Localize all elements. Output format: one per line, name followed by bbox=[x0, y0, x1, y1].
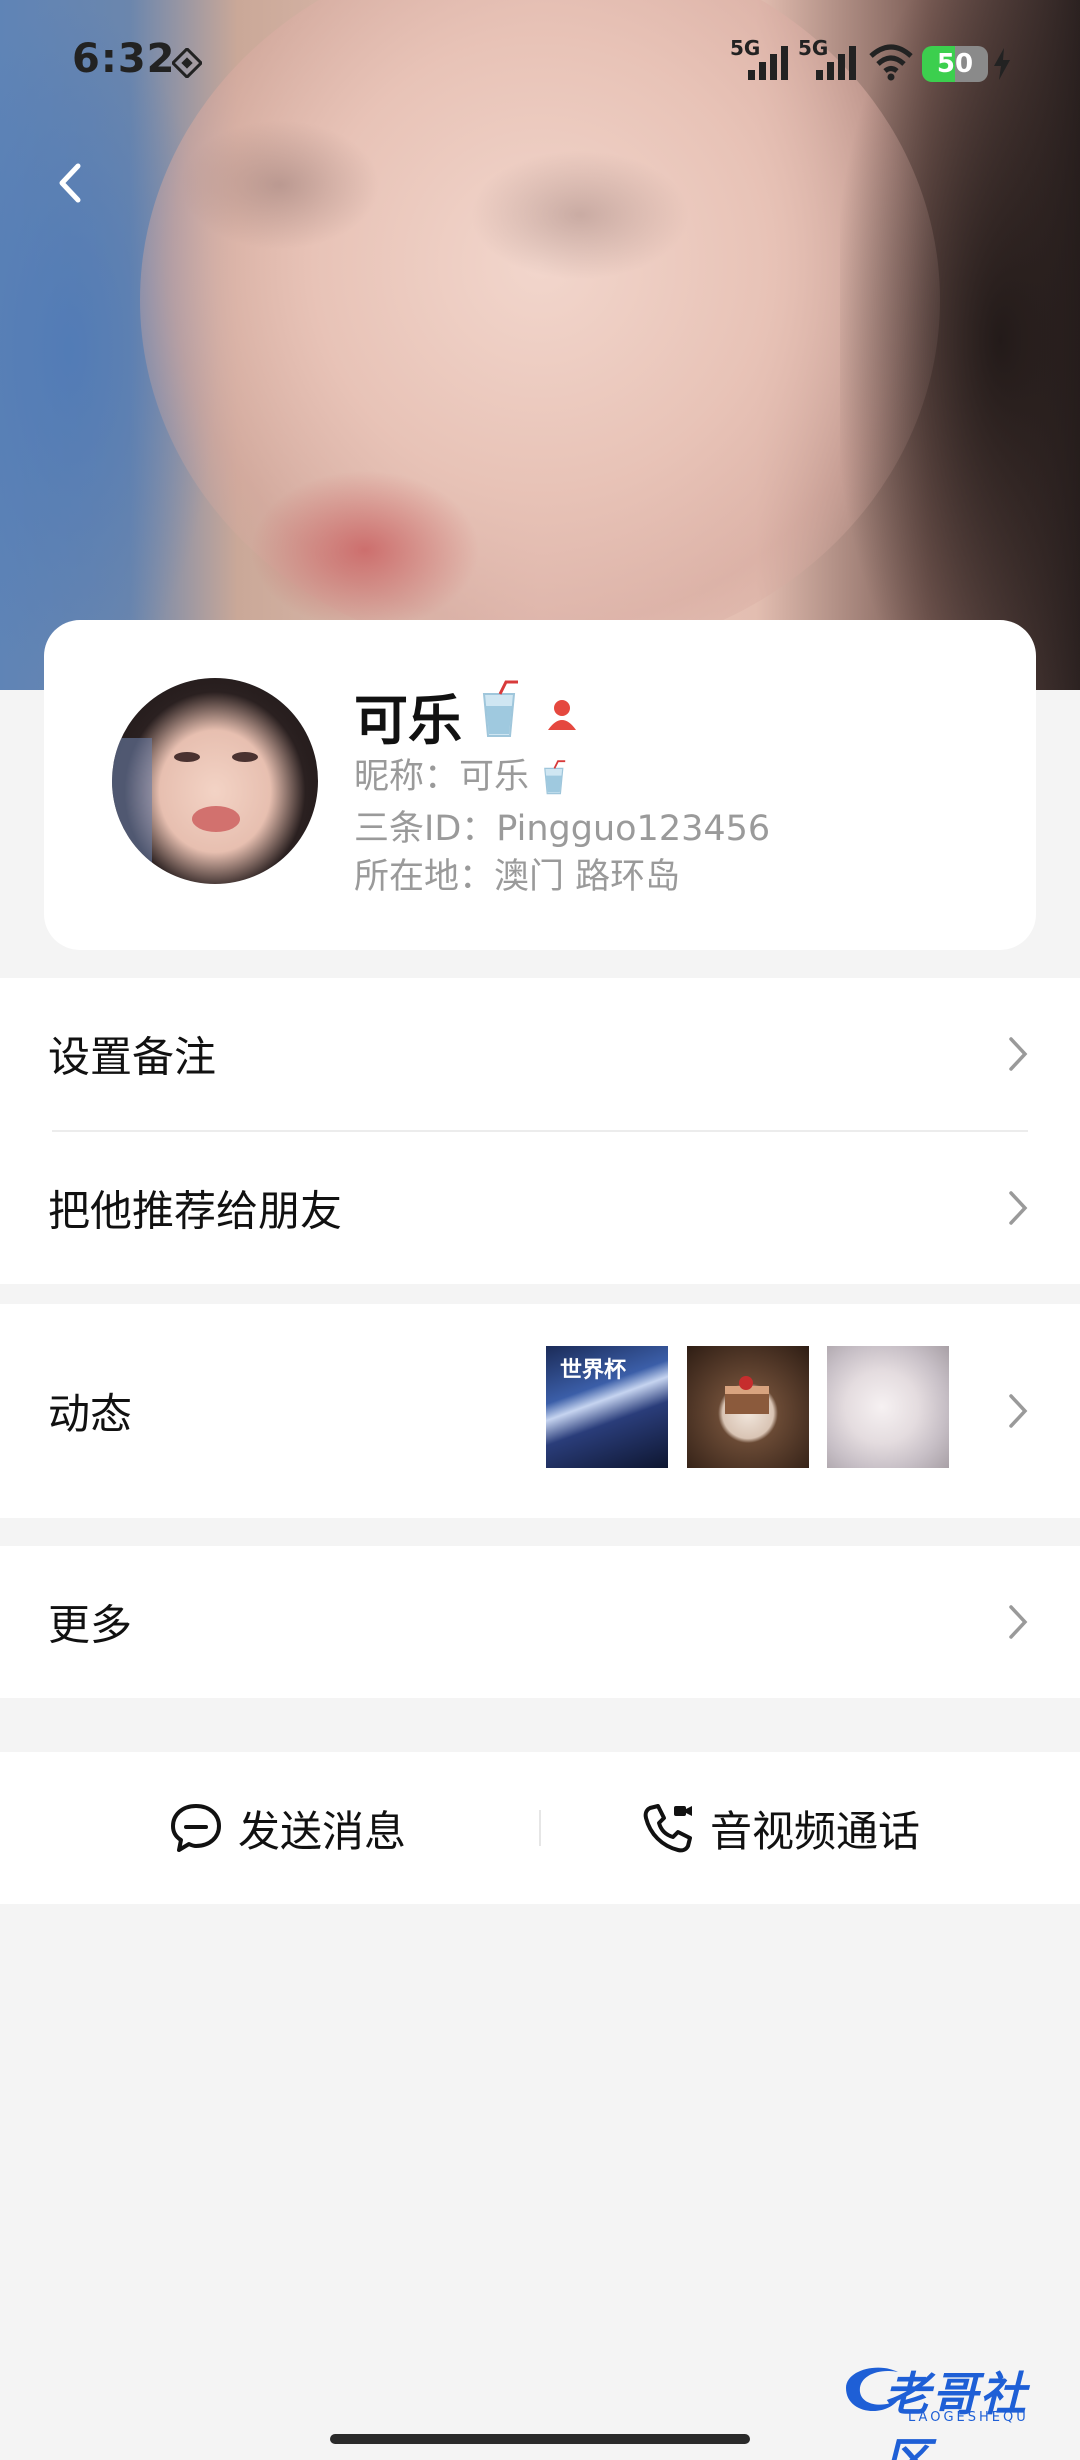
profile-name: 可乐 bbox=[354, 689, 462, 752]
send-message-label: 发送消息 bbox=[238, 1806, 407, 1856]
chevron-right-icon bbox=[1009, 1394, 1028, 1428]
battery-indicator: 50 bbox=[922, 46, 988, 82]
nfc-icon bbox=[172, 48, 202, 78]
watermark-logo: 老哥社区 LAOGESHEQU bbox=[838, 2352, 1068, 2460]
settings-section: 设置备注 把他推荐给朋友 bbox=[0, 978, 1080, 1284]
phone-video-icon bbox=[643, 1804, 692, 1853]
profile-card: 可乐 昵称：可乐 三条ID：Pingguo123456 所在地：澳门 路环岛 bbox=[44, 620, 1036, 950]
more-section: 更多 bbox=[0, 1546, 1080, 1698]
more-row[interactable]: 更多 bbox=[0, 1546, 1080, 1698]
status-bar: 6:32 5G 5G 50 bbox=[0, 0, 1080, 130]
back-arrow-icon[interactable] bbox=[50, 158, 90, 208]
status-time: 6:32 bbox=[72, 36, 176, 82]
moments-label: 动态 bbox=[48, 1389, 133, 1439]
set-remark-row[interactable]: 设置备注 bbox=[0, 978, 1080, 1130]
watermark-title: 老哥社区 bbox=[884, 2367, 1028, 2460]
profile-id: 三条ID：Pingguo123456 bbox=[354, 809, 771, 849]
thumbnail-caption: 世界杯 bbox=[560, 1358, 627, 1383]
moment-thumbnail-cake[interactable] bbox=[687, 1346, 809, 1468]
drink-cup-small-icon bbox=[544, 760, 566, 795]
set-remark-label: 设置备注 bbox=[48, 1032, 217, 1082]
chevron-right-icon bbox=[1009, 1605, 1028, 1639]
more-label: 更多 bbox=[48, 1600, 133, 1650]
nickname-text: 昵称：可乐 bbox=[354, 757, 530, 797]
profile-location: 所在地：澳门 路环岛 bbox=[354, 857, 681, 897]
contact-profile-screen: 6:32 5G 5G 50 可乐 昵称：可乐 三条ID：Pingguo12345… bbox=[0, 0, 1080, 2460]
moments-row[interactable]: 动态 世界杯 bbox=[0, 1304, 1080, 1518]
avatar[interactable] bbox=[112, 678, 318, 884]
audio-video-call-button[interactable]: 音视频通话 bbox=[640, 1752, 920, 1904]
moment-thumbnail-worldcup[interactable]: 世界杯 bbox=[546, 1346, 668, 1468]
profile-nickname: 昵称：可乐 bbox=[354, 748, 570, 799]
recommend-label: 把他推荐给朋友 bbox=[48, 1186, 343, 1236]
chat-bubble-icon bbox=[171, 1804, 221, 1852]
action-bar: 发送消息 音视频通话 bbox=[0, 1752, 1080, 1904]
chevron-right-icon bbox=[1009, 1037, 1028, 1071]
moments-section: 动态 世界杯 bbox=[0, 1304, 1080, 1518]
gender-female-icon bbox=[548, 700, 576, 730]
action-divider bbox=[539, 1810, 541, 1846]
drink-cup-icon bbox=[482, 680, 518, 737]
charging-icon bbox=[994, 48, 1010, 80]
chevron-right-icon bbox=[1009, 1191, 1028, 1225]
recommend-to-friend-row[interactable]: 把他推荐给朋友 bbox=[0, 1132, 1080, 1284]
wifi-icon bbox=[869, 44, 913, 81]
send-message-button[interactable]: 发送消息 bbox=[168, 1752, 406, 1904]
av-call-label: 音视频通话 bbox=[710, 1806, 921, 1856]
moment-thumbnail-plush[interactable] bbox=[827, 1346, 949, 1468]
signal-icon-2 bbox=[816, 46, 856, 80]
watermark-subtitle: LAOGESHEQU bbox=[908, 2410, 1029, 2425]
home-indicator[interactable] bbox=[330, 2434, 750, 2444]
signal-icon-1 bbox=[748, 46, 788, 80]
